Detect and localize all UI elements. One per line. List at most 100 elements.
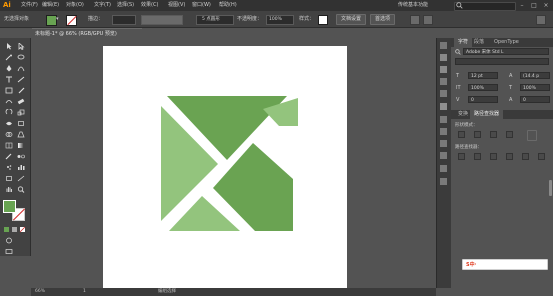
font-family-field[interactable]: Adobe 宋体 Std L bbox=[463, 48, 549, 55]
font-size-field[interactable]: 12 pt bbox=[468, 72, 498, 79]
menu-select[interactable]: 选择(S) bbox=[117, 1, 134, 10]
gradient-mode-icon[interactable] bbox=[11, 226, 19, 233]
stroke-width-field[interactable] bbox=[112, 15, 136, 25]
zoom-tool-icon[interactable] bbox=[17, 186, 25, 193]
opacity-field[interactable]: 100% bbox=[266, 15, 294, 25]
scale-tool-icon[interactable] bbox=[17, 109, 25, 116]
graphic-style-swatch[interactable] bbox=[318, 15, 328, 25]
magic-wand-tool-icon[interactable] bbox=[5, 54, 13, 61]
panel-menu-icon[interactable] bbox=[536, 15, 546, 25]
line-tool-icon[interactable] bbox=[17, 76, 25, 83]
gradient-tool-icon[interactable] bbox=[17, 142, 25, 149]
stroke-label[interactable]: 描边： bbox=[88, 16, 103, 23]
selection-tool-icon[interactable] bbox=[5, 43, 13, 50]
opacity-label[interactable]: 不透明度： bbox=[237, 16, 262, 23]
font-style-field[interactable] bbox=[455, 58, 549, 65]
gradient-panel-icon[interactable] bbox=[440, 116, 447, 123]
symbols-icon[interactable] bbox=[440, 90, 447, 97]
panel-scrollbar[interactable] bbox=[549, 180, 552, 196]
appearance-icon[interactable] bbox=[440, 140, 447, 147]
brush-definition-dropdown[interactable]: 5 点圆形 bbox=[196, 15, 234, 25]
color-guide-icon[interactable] bbox=[440, 54, 447, 61]
shape-builder-tool-icon[interactable] bbox=[5, 131, 13, 138]
color-panel-icon[interactable] bbox=[440, 42, 447, 49]
draw-mode-icon[interactable] bbox=[5, 237, 13, 244]
document-setup-button[interactable]: 文档设置 bbox=[336, 14, 367, 25]
document-tab[interactable]: 未标题-1* @ 66% (RGB/GPU 预览) bbox=[32, 28, 142, 38]
artboard-number[interactable]: 1 bbox=[83, 288, 86, 296]
width-tool-icon[interactable] bbox=[5, 120, 13, 127]
intersect-button[interactable] bbox=[490, 131, 497, 138]
menu-view[interactable]: 视图(V) bbox=[168, 1, 185, 10]
rectangle-tool-icon[interactable] bbox=[5, 87, 13, 94]
help-search-input[interactable] bbox=[454, 2, 516, 11]
type-tool-icon[interactable] bbox=[5, 76, 13, 83]
minus-back-button[interactable] bbox=[538, 153, 545, 160]
menu-type[interactable]: 文字(T) bbox=[94, 1, 111, 10]
maximize-button[interactable]: □ bbox=[528, 1, 540, 10]
align-icon[interactable] bbox=[410, 15, 420, 25]
menu-window[interactable]: 窗口(W) bbox=[192, 1, 211, 10]
transparency-icon[interactable] bbox=[440, 128, 447, 135]
symbol-sprayer-tool-icon[interactable] bbox=[5, 164, 13, 171]
preferences-button[interactable]: 首选项 bbox=[370, 14, 396, 25]
tab-opentype[interactable]: OpenType bbox=[490, 38, 523, 47]
blend-tool-icon[interactable] bbox=[17, 153, 25, 160]
chevron-down-icon[interactable]: ▾ bbox=[56, 16, 59, 23]
shaper-tool-icon[interactable] bbox=[5, 98, 13, 105]
merge-button[interactable] bbox=[490, 153, 497, 160]
unite-button[interactable] bbox=[458, 131, 465, 138]
pen-tool-icon[interactable] bbox=[5, 65, 13, 72]
artboard-tool-icon[interactable] bbox=[5, 175, 13, 182]
menu-object[interactable]: 对象(O) bbox=[66, 1, 84, 10]
none-mode-icon[interactable] bbox=[19, 226, 27, 233]
minimize-button[interactable]: – bbox=[516, 1, 528, 10]
eraser-tool-icon[interactable] bbox=[17, 98, 25, 105]
mesh-tool-icon[interactable] bbox=[5, 142, 13, 149]
hand-tool-icon[interactable] bbox=[5, 186, 13, 193]
artboards-icon[interactable] bbox=[440, 165, 447, 172]
menu-effect[interactable]: 效果(C) bbox=[141, 1, 158, 10]
transform-icon[interactable] bbox=[423, 15, 433, 25]
kerning-field[interactable]: 0 bbox=[468, 96, 498, 103]
layers-icon[interactable] bbox=[440, 152, 447, 159]
logo-artwork[interactable] bbox=[103, 46, 347, 288]
close-button[interactable]: × bbox=[540, 1, 552, 10]
perspective-grid-tool-icon[interactable] bbox=[17, 131, 25, 138]
tab-pathfinder[interactable]: 路径查找器 bbox=[470, 110, 504, 119]
curvature-tool-icon[interactable] bbox=[17, 65, 25, 72]
brushes-icon[interactable] bbox=[440, 78, 447, 85]
menu-edit[interactable]: 编辑(E) bbox=[42, 1, 59, 10]
slice-tool-icon[interactable] bbox=[17, 175, 25, 182]
rotate-tool-icon[interactable] bbox=[5, 109, 13, 116]
stroke-panel-icon[interactable] bbox=[440, 103, 447, 110]
swatches-icon[interactable] bbox=[440, 66, 447, 73]
outline-button[interactable] bbox=[522, 153, 529, 160]
menu-file[interactable]: 文件(F) bbox=[21, 1, 38, 10]
trim-button[interactable] bbox=[474, 153, 481, 160]
zoom-level[interactable]: 66% bbox=[35, 288, 45, 296]
links-icon[interactable] bbox=[440, 178, 447, 185]
expand-button[interactable] bbox=[527, 130, 537, 141]
free-transform-tool-icon[interactable] bbox=[17, 120, 25, 127]
leading-field[interactable]: (14.4 p bbox=[520, 72, 550, 79]
current-tool-status[interactable]: 编组选择 bbox=[158, 288, 176, 296]
horizontal-scale-field[interactable]: 100% bbox=[520, 84, 550, 91]
color-mode-icon[interactable] bbox=[3, 226, 11, 233]
tracking-field[interactable]: 0 bbox=[520, 96, 550, 103]
stroke-swatch[interactable] bbox=[66, 15, 77, 26]
lasso-tool-icon[interactable] bbox=[17, 54, 25, 61]
crop-button[interactable] bbox=[506, 153, 513, 160]
screen-mode-icon[interactable] bbox=[5, 248, 13, 255]
direct-selection-tool-icon[interactable] bbox=[17, 43, 25, 50]
tab-paragraph[interactable]: 段落 bbox=[470, 38, 488, 47]
fill-color-box[interactable] bbox=[3, 200, 16, 213]
menu-help[interactable]: 帮助(H) bbox=[219, 1, 237, 10]
minus-front-button[interactable] bbox=[474, 131, 481, 138]
column-graph-tool-icon[interactable] bbox=[17, 164, 25, 171]
variable-width-profile[interactable] bbox=[141, 15, 183, 25]
ime-toolbar[interactable]: S中· bbox=[462, 259, 548, 270]
divide-button[interactable] bbox=[458, 153, 465, 160]
vertical-scale-field[interactable]: 100% bbox=[468, 84, 498, 91]
exclude-button[interactable] bbox=[506, 131, 513, 138]
